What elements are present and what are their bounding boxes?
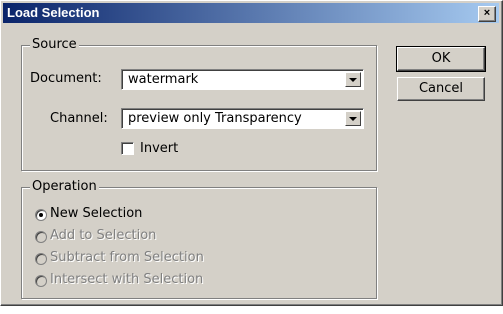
title-bar[interactable]: Load Selection × bbox=[3, 3, 499, 23]
intersect-with-selection-label[interactable]: Intersect with Selection bbox=[50, 272, 203, 288]
load-selection-dialog: Load Selection × Source Document: waterm… bbox=[0, 0, 503, 306]
channel-select-value: preview only Transparency bbox=[128, 111, 302, 126]
radio-intersect-with-selection[interactable] bbox=[35, 275, 47, 287]
new-selection-label[interactable]: New Selection bbox=[50, 206, 142, 222]
close-button[interactable]: × bbox=[478, 6, 496, 22]
close-icon: × bbox=[483, 7, 491, 19]
channel-select[interactable]: preview only Transparency bbox=[121, 108, 364, 129]
document-select-value: watermark bbox=[128, 72, 199, 87]
add-to-selection-label[interactable]: Add to Selection bbox=[50, 228, 156, 244]
radio-selected-dot bbox=[39, 213, 43, 217]
channel-label: Channel: bbox=[50, 111, 108, 126]
radio-new-selection[interactable] bbox=[35, 209, 47, 221]
source-legend: Source bbox=[30, 37, 79, 53]
operation-legend: Operation bbox=[30, 179, 99, 195]
radio-subtract-from-selection[interactable] bbox=[35, 253, 47, 265]
invert-label[interactable]: Invert bbox=[140, 141, 178, 157]
document-select[interactable]: watermark bbox=[121, 69, 364, 90]
cancel-button[interactable]: Cancel bbox=[397, 77, 485, 101]
operation-group: Operation New Selection Add to Selection… bbox=[21, 179, 377, 299]
document-label: Document: bbox=[30, 71, 102, 86]
chevron-down-icon[interactable] bbox=[345, 72, 361, 87]
dialog-title: Load Selection bbox=[7, 5, 100, 20]
chevron-down-icon[interactable] bbox=[345, 111, 361, 126]
subtract-from-selection-label[interactable]: Subtract from Selection bbox=[50, 250, 204, 266]
invert-checkbox[interactable] bbox=[121, 142, 134, 155]
radio-add-to-selection[interactable] bbox=[35, 231, 47, 243]
ok-button[interactable]: OK bbox=[396, 46, 486, 72]
source-group: Source Document: watermark Channel: prev… bbox=[21, 37, 377, 171]
